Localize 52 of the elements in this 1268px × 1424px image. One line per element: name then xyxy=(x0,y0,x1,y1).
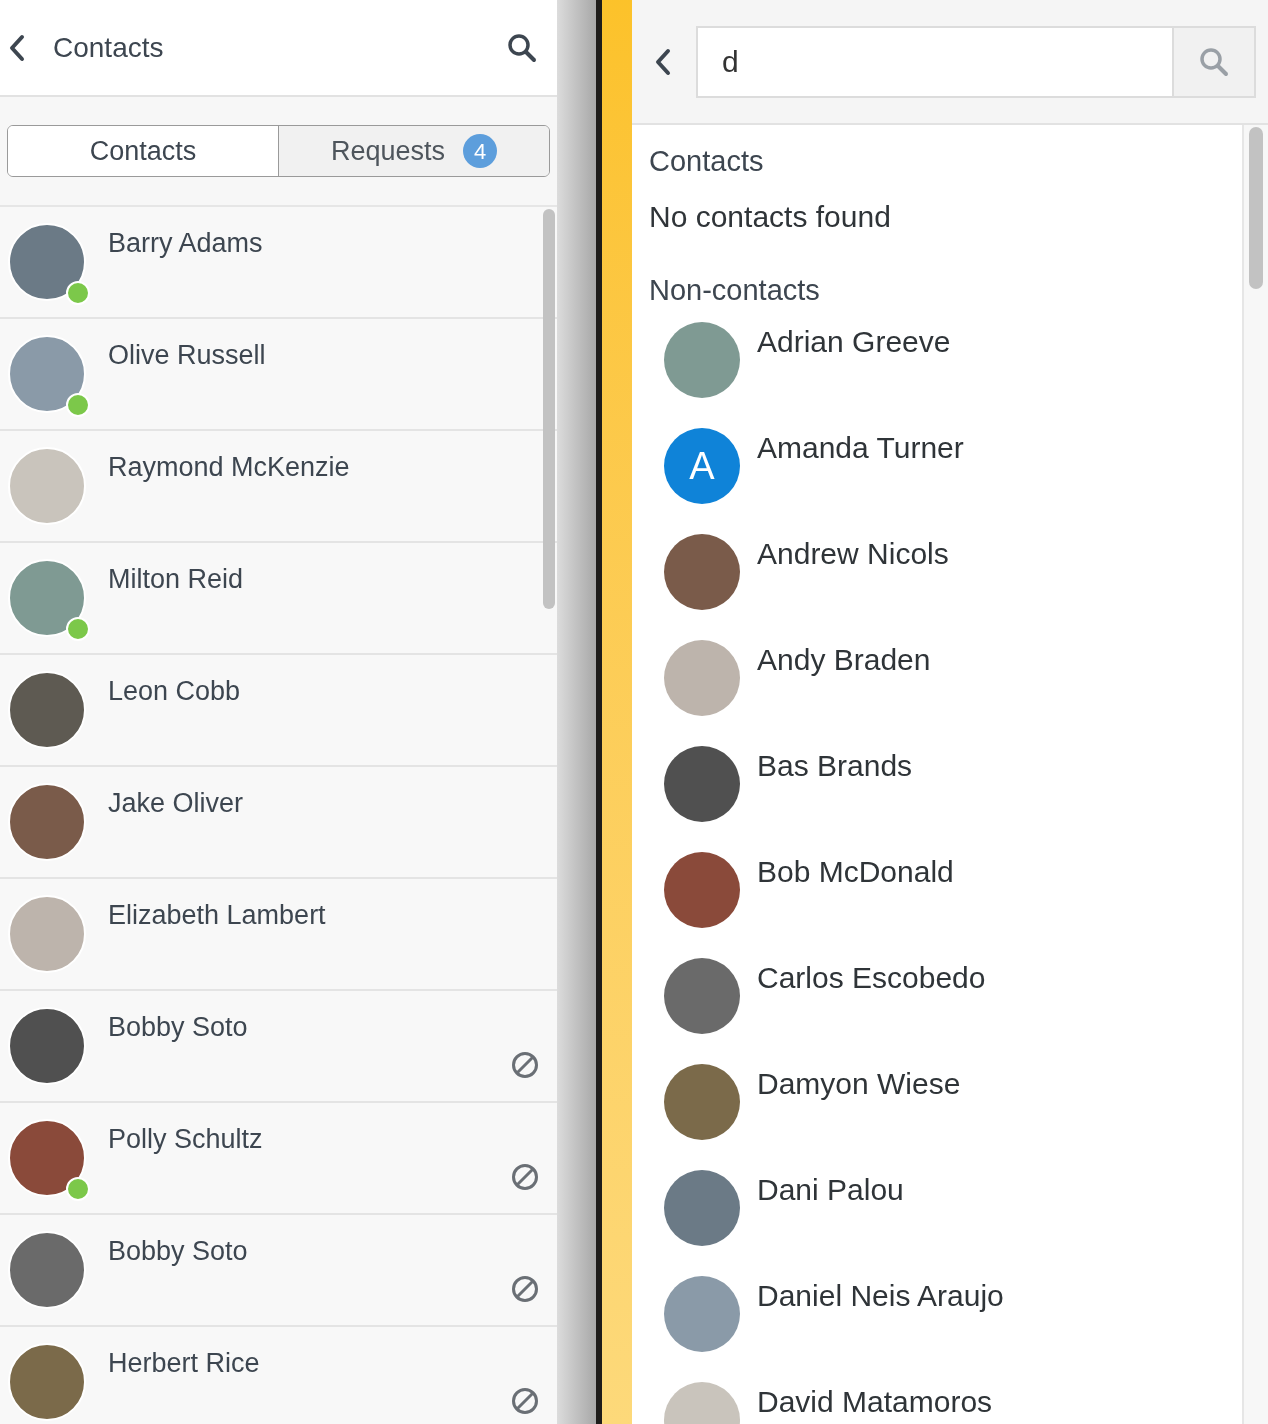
tab[interactable]: Requests 4 xyxy=(278,126,549,176)
blocked-icon xyxy=(511,1275,539,1303)
search-button[interactable] xyxy=(1174,25,1256,98)
letter-avatar: A xyxy=(664,428,740,504)
person-name: Adrian Greeve xyxy=(757,324,951,360)
contact-name: Bobby Soto xyxy=(108,1011,249,1044)
contact-name: Milton Reid xyxy=(108,563,245,596)
search-icon[interactable] xyxy=(507,32,537,63)
person-name: Dani Palou xyxy=(757,1172,904,1208)
person-row[interactable]: Dani Palou xyxy=(649,1168,1242,1274)
person-row[interactable]: Carlos Escobedo xyxy=(649,956,1242,1062)
section-heading: Contacts xyxy=(649,144,765,179)
person-name: Bas Brands xyxy=(757,748,913,784)
person-name: Damyon Wiese xyxy=(757,1066,961,1102)
person-name: David Matamoros xyxy=(757,1384,993,1420)
contact-name: Barry Adams xyxy=(108,227,264,260)
person-row[interactable]: David Matamoros xyxy=(649,1380,1242,1424)
contact-name: Bobby Soto xyxy=(108,1235,249,1268)
person-name: Amanda Turner xyxy=(757,430,964,466)
back-icon[interactable] xyxy=(654,47,672,76)
person-name: Carlos Escobedo xyxy=(757,960,986,996)
contact-name: Polly Schultz xyxy=(108,1123,264,1156)
blocked-icon xyxy=(511,1163,539,1191)
contact-name: Elizabeth Lambert xyxy=(108,899,327,932)
header-title: Contacts xyxy=(53,30,165,65)
count-badge: 4 xyxy=(463,134,498,168)
tab[interactable]: Contacts xyxy=(8,126,278,176)
contact-name: Olive Russell xyxy=(108,339,267,372)
contact-name: Jake Oliver xyxy=(108,787,245,820)
contact-name: Leon Cobb xyxy=(108,675,242,708)
person-name: Daniel Neis Araujo xyxy=(757,1278,1004,1314)
scrollbar[interactable] xyxy=(1249,127,1263,289)
blocked-icon xyxy=(511,1051,539,1079)
person-row[interactable]: Andy Braden xyxy=(649,638,1242,744)
empty-message: No contacts found xyxy=(649,199,892,235)
person-row[interactable]: Bob McDonald xyxy=(649,850,1242,956)
person-name: Andrew Nicols xyxy=(757,536,949,572)
person-row[interactable]: A Amanda Turner xyxy=(649,426,1242,532)
person-row[interactable]: Damyon Wiese xyxy=(649,1062,1242,1168)
person-row[interactable]: Adrian Greeve xyxy=(649,320,1242,426)
back-icon[interactable] xyxy=(8,33,26,62)
blocked-icon xyxy=(511,1387,539,1415)
person-row[interactable]: Andrew Nicols xyxy=(649,532,1242,638)
search-field[interactable]: d xyxy=(696,25,1174,98)
person-row[interactable]: Bas Brands xyxy=(649,744,1242,850)
person-name: Bob McDonald xyxy=(757,854,954,890)
scrollbar[interactable] xyxy=(543,209,555,609)
contact-name: Raymond McKenzie xyxy=(108,451,351,484)
section-heading: Non-contacts xyxy=(649,273,821,308)
person-row[interactable]: Daniel Neis Araujo xyxy=(649,1274,1242,1380)
contact-name: Herbert Rice xyxy=(108,1347,261,1380)
person-name: Andy Braden xyxy=(757,642,931,678)
